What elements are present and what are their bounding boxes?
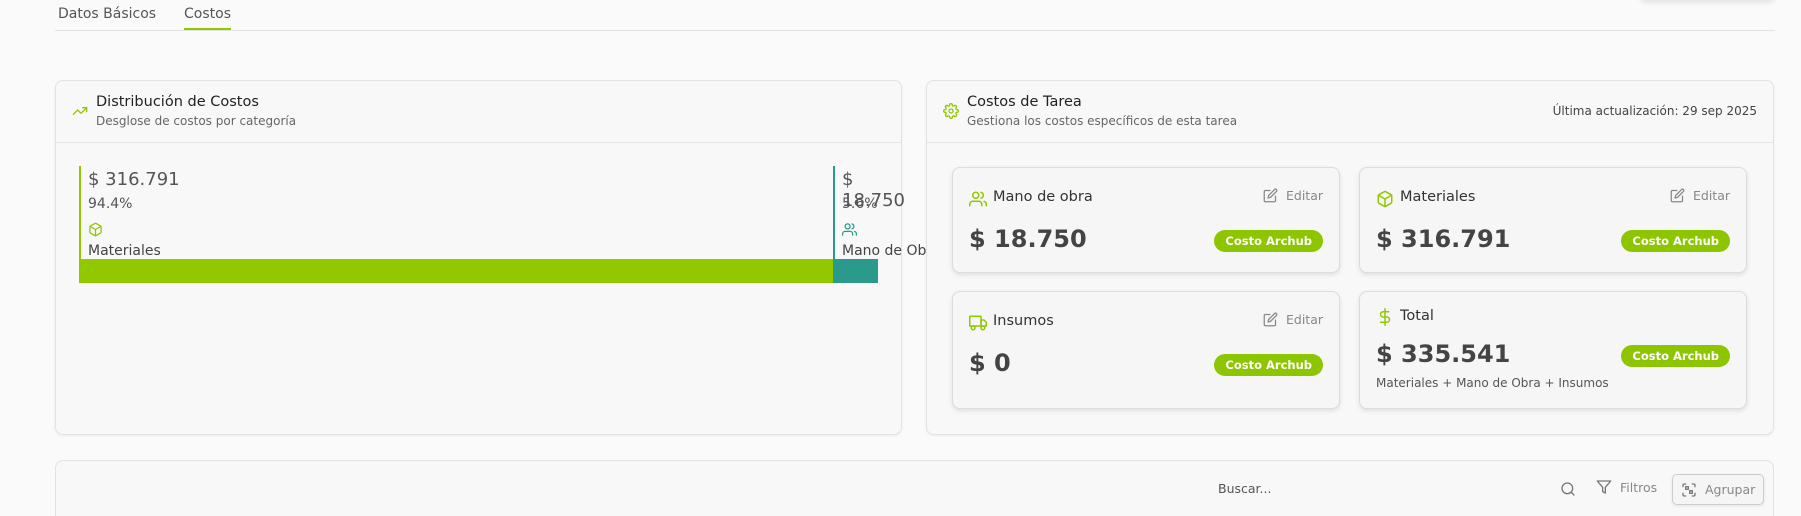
bar-segment-mano-de-obra[interactable] xyxy=(833,259,878,283)
cost-card-amount: $ 18.750 xyxy=(969,225,1087,253)
truck-icon xyxy=(969,315,987,331)
package-icon xyxy=(1377,190,1393,208)
dollar-icon xyxy=(1379,308,1391,326)
total-formula-note: Materiales + Mano de Obra + Insumos xyxy=(1376,376,1609,390)
search-icon[interactable] xyxy=(1560,481,1576,497)
filters-button[interactable]: Filtros xyxy=(1596,479,1657,495)
card-header: Distribución de Costos Desglose de costo… xyxy=(56,81,901,143)
cost-distribution-card: Distribución de Costos Desglose de costo… xyxy=(55,80,941,435)
materiales-marker-line xyxy=(79,166,81,261)
distribution-title: Distribución de Costos xyxy=(96,94,259,110)
cost-card-amount: $ 0 xyxy=(969,349,1011,377)
costo-archub-badge: Costo Archub xyxy=(1621,230,1730,252)
cost-card-mano-de-obra: Mano de obra Editar $ 18.750 Costo Archu… xyxy=(952,167,1340,273)
edit-icon xyxy=(1263,312,1278,327)
cost-card-title: Insumos xyxy=(993,313,1054,329)
filters-label: Filtros xyxy=(1620,479,1658,495)
group-button[interactable]: Agrupar xyxy=(1672,474,1765,505)
materiales-percent: 94.4% xyxy=(88,196,133,212)
group-icon xyxy=(1682,482,1696,497)
cost-card-materiales: Materiales Editar $ 316.791 Costo Archub xyxy=(1359,167,1747,273)
mano-de-obra-marker-line xyxy=(833,166,835,261)
costo-archub-badge: Costo Archub xyxy=(1621,345,1730,367)
tab-datos-basicos[interactable]: Datos Básicos xyxy=(58,6,156,28)
edit-icon xyxy=(1670,188,1685,203)
settings-icon xyxy=(943,103,959,119)
last-update-text: Última actualización: 29 sep 2025 xyxy=(1552,104,1757,118)
task-costs-title: Costos de Tarea xyxy=(967,94,1082,110)
stacked-cost-bar xyxy=(79,259,878,283)
materiales-label: Materiales xyxy=(88,243,161,259)
cost-card-amount: $ 316.791 xyxy=(1376,225,1511,253)
materiales-amount: $ 316.791 xyxy=(88,169,180,190)
distribution-subtitle: Desglose de costos por categoría xyxy=(96,114,297,128)
bar-segment-materiales[interactable] xyxy=(79,259,833,283)
package-icon xyxy=(89,222,102,237)
users-icon xyxy=(969,191,987,207)
cost-card-insumos: Insumos Editar $ 0 Costo Archub xyxy=(952,291,1340,409)
tab-costos[interactable]: Costos xyxy=(184,6,231,30)
cost-card-title: Materiales xyxy=(1400,189,1476,205)
edit-label: Editar xyxy=(1285,188,1323,203)
users-icon xyxy=(842,223,857,236)
costo-archub-badge: Costo Archub xyxy=(1214,354,1323,376)
edit-button[interactable]: Editar xyxy=(1263,188,1323,203)
task-costs-subtitle: Gestiona los costos específicos de esta … xyxy=(967,114,1238,128)
trending-up-icon xyxy=(72,107,88,115)
tab-bar: Datos Básicos Costos xyxy=(55,0,1775,31)
costo-archub-badge: Costo Archub xyxy=(1214,230,1323,252)
edit-icon xyxy=(1263,188,1278,203)
mano-de-obra-percent: 5.6% xyxy=(842,196,878,212)
card-header: Costos de Tarea Gestiona los costos espe… xyxy=(927,81,1773,143)
filter-icon xyxy=(1596,480,1612,494)
task-costs-card: Costos de Tarea Gestiona los costos espe… xyxy=(926,80,1774,435)
edit-label: Editar xyxy=(1285,312,1323,327)
cost-card-total: Total $ 335.541 Costo Archub Materiales … xyxy=(1359,291,1747,409)
search-input[interactable]: Buscar... xyxy=(1218,481,1271,496)
edit-button[interactable]: Editar xyxy=(1263,312,1323,327)
edit-button[interactable]: Editar xyxy=(1670,188,1730,203)
group-label: Agrupar xyxy=(1705,482,1756,497)
total-amount: $ 335.541 xyxy=(1376,340,1511,368)
cost-card-title: Mano de obra xyxy=(993,189,1093,205)
edit-label: Editar xyxy=(1692,188,1730,203)
cost-card-title: Total xyxy=(1400,308,1434,324)
table-toolbar-card: Buscar... Filtros Agrupar xyxy=(55,460,1774,516)
